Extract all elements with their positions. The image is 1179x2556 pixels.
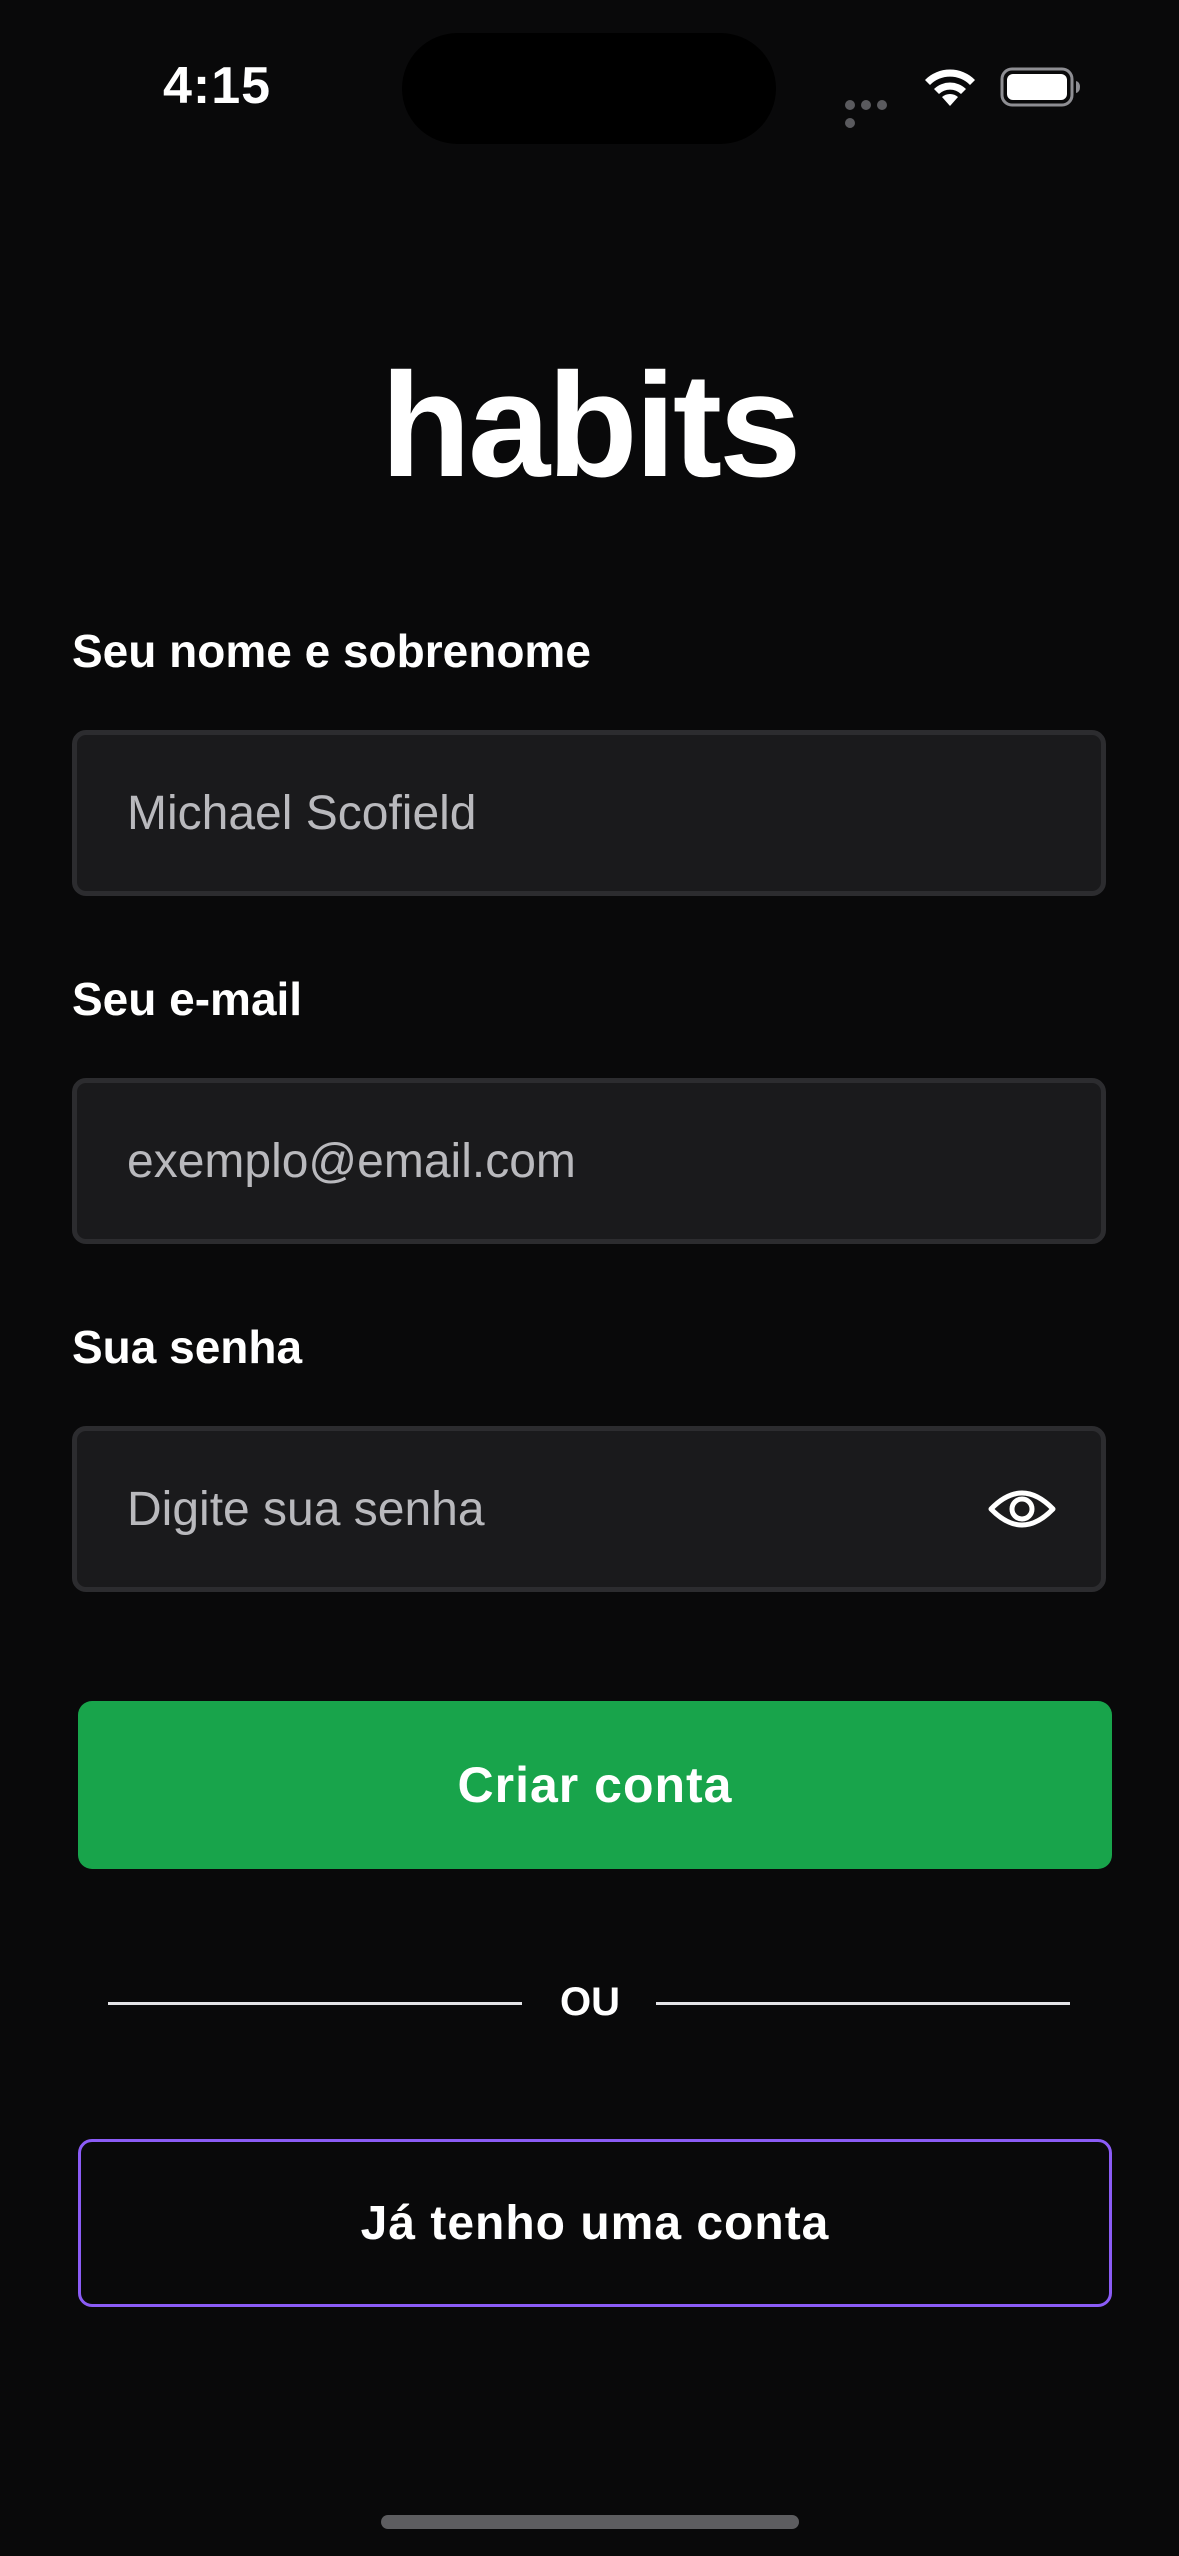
name-label: Seu nome e sobrenome <box>72 625 591 677</box>
password-label: Sua senha <box>72 1321 303 1373</box>
cellular-signal-icon <box>845 97 905 128</box>
status-time: 4:15 <box>163 57 272 115</box>
email-input[interactable] <box>127 1083 987 1239</box>
app-logo: habits <box>380 343 802 508</box>
divider-line-right <box>656 2002 1070 2005</box>
email-label: Seu e-mail <box>72 973 303 1025</box>
dynamic-island <box>402 33 776 144</box>
password-field[interactable] <box>72 1426 1106 1592</box>
name-field[interactable] <box>72 730 1106 896</box>
create-account-button[interactable]: Criar conta <box>78 1701 1112 1869</box>
home-indicator[interactable] <box>381 2515 799 2529</box>
battery-icon <box>1000 67 1080 107</box>
eye-icon[interactable] <box>987 1483 1057 1535</box>
divider-line-left <box>108 2002 522 2005</box>
divider-text: OU <box>560 1980 620 2024</box>
wifi-icon <box>925 69 975 106</box>
name-input[interactable] <box>127 735 987 891</box>
email-field[interactable] <box>72 1078 1106 1244</box>
have-account-button[interactable]: Já tenho uma conta <box>78 2139 1112 2307</box>
password-input[interactable] <box>127 1431 987 1587</box>
